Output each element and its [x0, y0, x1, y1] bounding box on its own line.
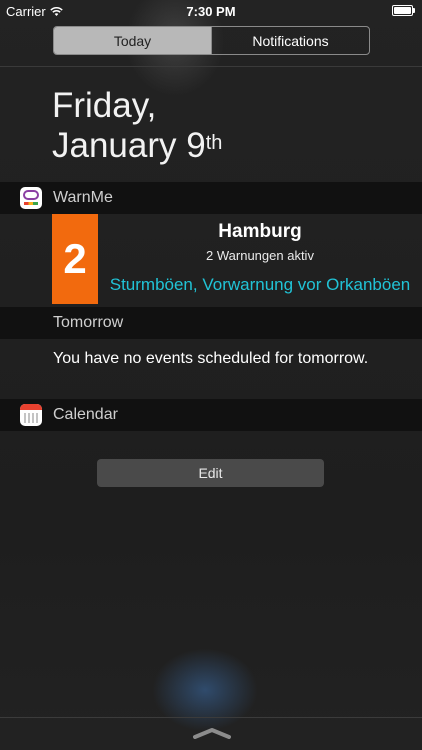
warnme-app-icon — [20, 187, 42, 209]
tomorrow-message: You have no events scheduled for tomorro… — [53, 350, 369, 367]
date-day: January 9th — [52, 126, 223, 165]
warnme-section-title: WarnMe — [53, 189, 113, 206]
tab-today[interactable]: Today — [54, 27, 211, 54]
battery-icon — [392, 5, 415, 16]
header-divider — [0, 66, 422, 67]
warning-description[interactable]: Sturmböen, Vorwarnung vor Orkanböen — [98, 275, 422, 295]
edit-button[interactable]: Edit — [97, 459, 324, 487]
date-suffix: th — [205, 132, 223, 154]
today-date: Friday, January 9th — [52, 86, 222, 166]
calendar-section-title: Calendar — [53, 406, 118, 423]
tab-notifications[interactable]: Notifications — [211, 27, 369, 54]
today-notifications-segmented-control: Today Notifications — [53, 26, 370, 55]
status-bar: Carrier 7:30 PM — [0, 0, 422, 22]
warning-count: 2 Warnungen aktiv — [206, 248, 314, 263]
warning-city[interactable]: Hamburg — [98, 221, 422, 243]
date-weekday: Friday, — [52, 86, 157, 125]
status-time: 7:30 PM — [186, 4, 236, 19]
tomorrow-section-title: Tomorrow — [53, 314, 124, 331]
warnme-section-header[interactable]: WarnMe — [0, 182, 422, 214]
chevron-up-icon[interactable] — [193, 727, 231, 739]
tomorrow-section-header: Tomorrow — [0, 307, 422, 339]
bottom-divider — [0, 717, 422, 718]
calendar-section-header[interactable]: Calendar — [0, 399, 422, 431]
calendar-app-icon — [20, 404, 42, 426]
warning-level-badge[interactable]: 2 — [52, 214, 98, 304]
